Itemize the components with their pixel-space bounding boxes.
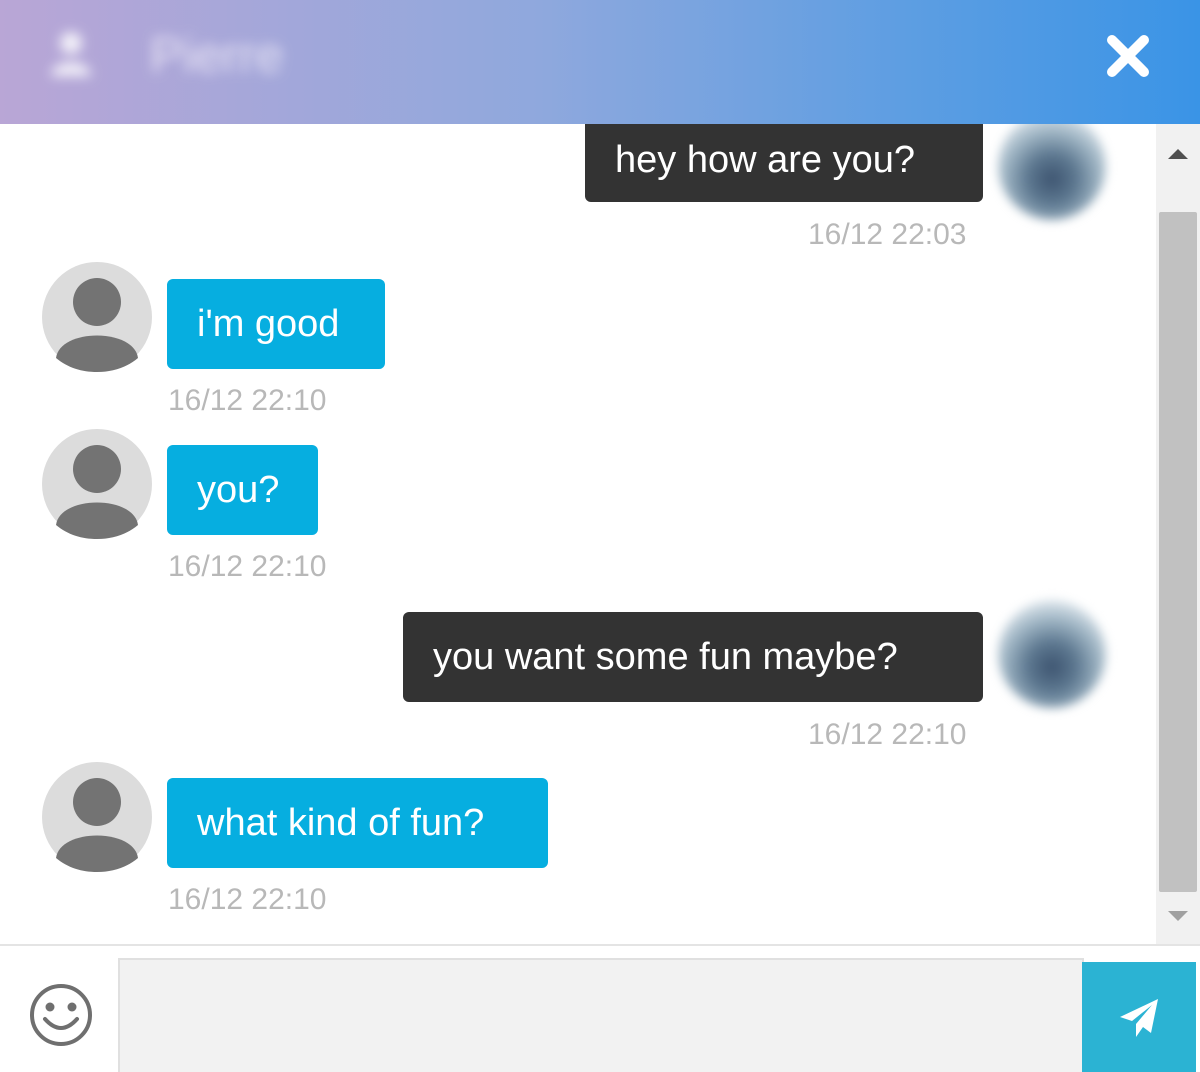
- contact-avatar: [42, 262, 152, 372]
- message-scrollbar[interactable]: [1156, 124, 1200, 944]
- smiley-icon: [30, 984, 92, 1046]
- user-icon: [51, 32, 91, 76]
- message-item: hey how are you? 16/12 22:03: [0, 124, 1156, 264]
- emoji-button[interactable]: [28, 982, 94, 1048]
- close-icon: [1107, 35, 1149, 77]
- message-timestamp: 16/12 22:10: [168, 883, 327, 916]
- sent-message-bubble: hey how are you?: [585, 124, 983, 202]
- chat-window: Pierre hey how are you? 16/12 22:03 i'm …: [0, 0, 1200, 1072]
- scrollbar-thumb[interactable]: [1159, 212, 1197, 892]
- message-timestamp: 16/12 22:10: [168, 384, 327, 417]
- received-message-bubble: you?: [167, 445, 318, 535]
- sent-message-bubble: you want some fun maybe?: [403, 612, 983, 702]
- message-list: hey how are you? 16/12 22:03 i'm good 16…: [0, 124, 1156, 944]
- message-item: what kind of fun? 16/12 22:10: [0, 762, 1156, 922]
- message-timestamp: 16/12 22:03: [808, 218, 967, 251]
- contact-avatar: [42, 762, 152, 872]
- scroll-down-arrow-icon: [1168, 911, 1188, 921]
- scroll-up-button[interactable]: [1156, 132, 1200, 176]
- message-timestamp: 16/12 22:10: [808, 718, 967, 751]
- message-item: you want some fun maybe? 16/12 22:10: [0, 594, 1156, 754]
- message-input[interactable]: [118, 958, 1084, 1072]
- own-avatar: [998, 124, 1106, 220]
- scroll-down-button[interactable]: [1156, 894, 1200, 938]
- message-item: i'm good 16/12 22:10: [0, 262, 1156, 422]
- received-message-bubble: what kind of fun?: [167, 778, 548, 868]
- message-timestamp: 16/12 22:10: [168, 550, 327, 583]
- chat-title: Pierre: [150, 27, 284, 83]
- close-button[interactable]: [1100, 28, 1156, 84]
- received-message-bubble: i'm good: [167, 279, 385, 369]
- send-button[interactable]: [1082, 962, 1196, 1072]
- message-item: you? 16/12 22:10: [0, 429, 1156, 589]
- own-avatar: [998, 600, 1106, 708]
- scroll-up-arrow-icon: [1168, 149, 1188, 159]
- message-composer: [0, 944, 1200, 1072]
- paper-plane-icon: [1120, 999, 1158, 1037]
- contact-avatar: [42, 429, 152, 539]
- chat-header: Pierre: [0, 0, 1200, 124]
